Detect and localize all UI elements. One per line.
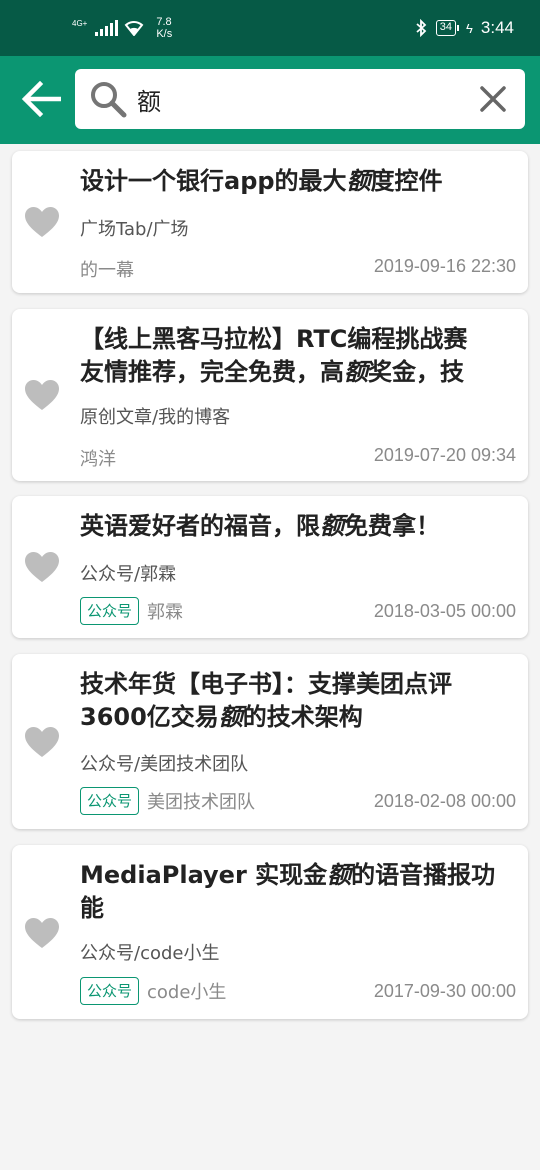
- card-title: 设计一个银行app的最大额度控件: [80, 165, 516, 198]
- search-icon: [91, 82, 127, 118]
- author-name: 美团技术团队: [147, 792, 256, 813]
- speed-unit: K/s: [156, 28, 173, 40]
- result-card[interactable]: MediaPlayer 实现金额的语音播报功 能 公众号/code小生 公众号 …: [12, 845, 528, 1019]
- card-date: 2019-07-20 09:34: [373, 445, 516, 465]
- card-date: 2018-02-08 00:00: [373, 791, 516, 811]
- card-source: 公众号/郭霖: [80, 564, 177, 585]
- card-author: 公众号 code小生: [80, 977, 226, 1005]
- card-source: 公众号/code小生: [80, 943, 220, 964]
- wifi-icon: [124, 21, 144, 36]
- search-input[interactable]: [137, 77, 467, 121]
- title-line: MediaPlayer 实现金额的语音播报功: [80, 859, 516, 892]
- result-card[interactable]: 【线上黑客马拉松】RTC编程挑战赛 友情推荐，完全免费，高额奖金，技 原创文章/…: [12, 309, 528, 481]
- title-line: 技术年货【电子书】：支撑美团点评: [80, 670, 452, 698]
- result-card[interactable]: 设计一个银行app的最大额度控件 广场Tab/广场 的一幕 2019-09-16…: [12, 151, 528, 293]
- card-date: 2018-03-05 00:00: [373, 601, 516, 621]
- battery-icon: 34: [435, 20, 460, 36]
- status-bar: 4G+ 7.8 K/s 34 ϟ 3:44: [0, 0, 540, 56]
- title-text: 设计一个银行app的最大: [80, 167, 347, 195]
- title-text: 友情推荐，完全免费，高: [80, 358, 344, 386]
- card-author: 鸿洋: [80, 445, 116, 471]
- search-box[interactable]: [75, 69, 525, 129]
- author-name: code小生: [147, 982, 227, 1003]
- title-text: 3600亿交易: [80, 703, 219, 731]
- close-icon[interactable]: [477, 83, 509, 115]
- source-tag: 公众号: [80, 977, 140, 1005]
- title-highlight: 额: [218, 703, 243, 731]
- card-title: MediaPlayer 实现金额的语音播报功 能: [80, 859, 516, 925]
- speed-value: 7.8: [156, 16, 172, 28]
- back-button[interactable]: [20, 78, 62, 120]
- author-name: 鸿洋: [80, 449, 116, 470]
- card-author: 公众号 美团技术团队: [80, 787, 255, 815]
- card-title: 技术年货【电子书】：支撑美团点评 3600亿交易额的技术架构: [80, 668, 516, 734]
- title-line: 3600亿交易额的技术架构: [80, 701, 516, 734]
- result-card[interactable]: 英语爱好者的福音，限额免费拿！ 公众号/郭霖 公众号 郭霖 2018-03-05…: [12, 496, 528, 638]
- author-name: 的一幕: [80, 260, 134, 281]
- title-text: 英语爱好者的福音，限: [80, 512, 320, 540]
- heart-icon[interactable]: [24, 379, 60, 411]
- title-highlight: 额: [344, 358, 368, 386]
- title-text: 度控件: [370, 167, 443, 195]
- title-highlight: 额: [346, 167, 371, 195]
- title-line: 能: [80, 894, 104, 922]
- search-toolbar: [0, 56, 540, 144]
- title-text: 的技术架构: [242, 703, 363, 731]
- card-date: 2017-09-30 00:00: [373, 981, 516, 1001]
- card-source: 原创文章/我的博客: [80, 407, 231, 428]
- result-card[interactable]: 技术年货【电子书】：支撑美团点评 3600亿交易额的技术架构 公众号/美团技术团…: [12, 654, 528, 829]
- card-date: 2019-09-16 22:30: [373, 256, 516, 276]
- author-name: 郭霖: [147, 602, 184, 623]
- status-left: 4G+ 7.8 K/s: [72, 16, 172, 40]
- title-highlight: 额: [327, 861, 352, 889]
- signal-icon: [95, 20, 119, 36]
- clock: 3:44: [480, 18, 514, 37]
- title-line: 【线上黑客马拉松】RTC编程挑战赛: [80, 325, 468, 353]
- heart-icon[interactable]: [24, 726, 60, 758]
- network-speed: 7.8 K/s: [156, 16, 172, 40]
- title-text: 奖金，技: [368, 358, 464, 386]
- bluetooth-icon: [416, 19, 427, 37]
- title-text: 的语音播报功: [351, 861, 496, 889]
- title-line: 友情推荐，完全免费，高额奖金，技: [80, 356, 516, 389]
- heart-icon[interactable]: [24, 206, 60, 238]
- card-author: 的一幕: [80, 256, 134, 282]
- source-tag: 公众号: [80, 787, 140, 815]
- card-author: 公众号 郭霖: [80, 597, 183, 625]
- title-text: MediaPlayer 实现金: [80, 861, 328, 889]
- status-right: 34 ϟ 3:44: [414, 18, 514, 38]
- heart-icon[interactable]: [24, 551, 60, 583]
- card-title: 【线上黑客马拉松】RTC编程挑战赛 友情推荐，完全免费，高额奖金，技: [80, 323, 516, 389]
- network-type: 4G+: [72, 19, 88, 28]
- card-title: 英语爱好者的福音，限额免费拿！: [80, 510, 516, 543]
- arrow-left-icon: [21, 81, 61, 117]
- title-highlight: 额: [320, 512, 344, 540]
- charging-icon: ϟ: [466, 20, 473, 36]
- card-source: 广场Tab/广场: [80, 219, 189, 240]
- source-tag: 公众号: [80, 597, 140, 625]
- card-source: 公众号/美团技术团队: [80, 754, 249, 775]
- heart-icon[interactable]: [24, 917, 60, 949]
- title-text: 免费拿！: [344, 512, 440, 540]
